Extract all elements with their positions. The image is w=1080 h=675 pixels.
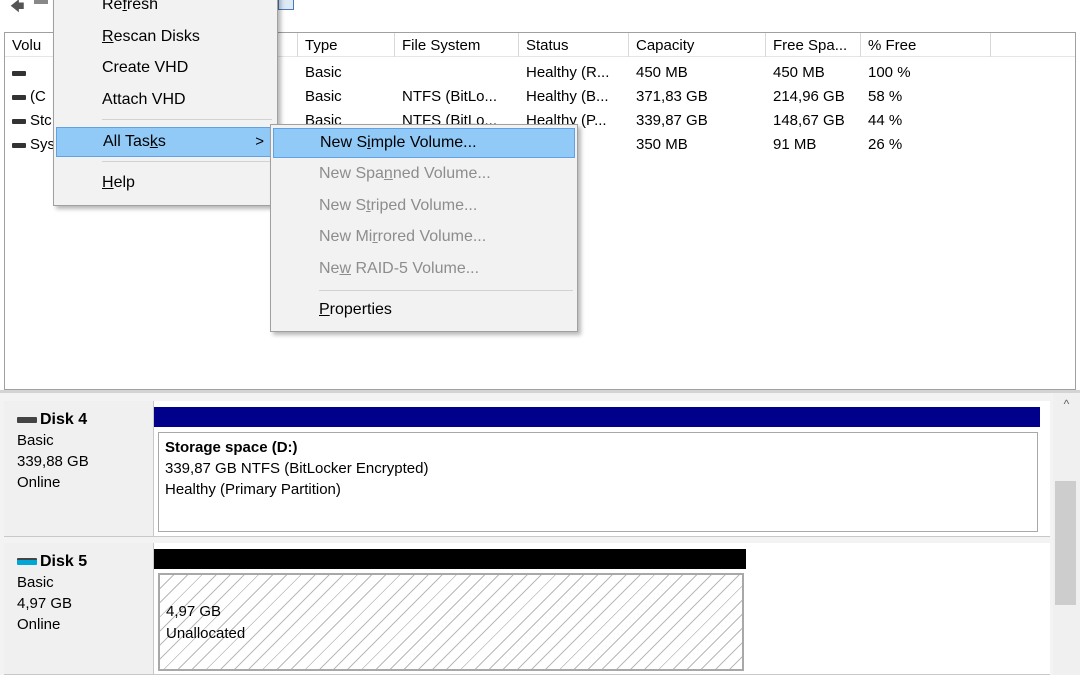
disk-pane: Disk 4 Basic 339,88 GB Online Storage sp… (0, 393, 1080, 675)
column-header-capacity[interactable]: Capacity (629, 33, 766, 57)
menu-item-attach-vhd[interactable]: Attach VHD (56, 86, 275, 116)
volume-icon (12, 142, 26, 148)
partition-storage-space[interactable]: Storage space (D:) 339,87 GB NTFS (BitLo… (158, 432, 1038, 532)
column-header-percent-free[interactable]: % Free (861, 33, 991, 57)
disk-size: 339,88 GB (17, 453, 89, 470)
disk-info[interactable]: Disk 5 Basic 4,97 GB Online (4, 543, 154, 674)
menu-item-new-striped-volume[interactable]: New Striped Volume... (273, 192, 575, 222)
file-system-cell: NTFS (BitLo... (402, 88, 498, 105)
scrollbar-thumb[interactable] (1055, 481, 1076, 605)
volume-cell: (C (5, 85, 55, 109)
menu-item-new-simple-volume[interactable]: New Simple Volume... (273, 128, 575, 158)
disk-type: Basic (17, 432, 54, 449)
menu-item-new-spanned-volume[interactable]: New Spanned Volume... (273, 160, 575, 190)
percent-free-cell: 26 % (868, 136, 903, 153)
menu-item-rescan-disks[interactable]: Rescan Disks (56, 23, 275, 53)
menu-separator (102, 161, 272, 162)
file-system-cell (395, 61, 519, 85)
free-space-cell: 148,67 GB (773, 112, 845, 129)
partition-status: Healthy (Primary Partition) (165, 481, 341, 498)
scroll-up-arrow-icon[interactable]: ^ (1053, 397, 1080, 415)
capacity-cell: 371,83 GB (636, 88, 708, 105)
free-space-cell: 450 MB (773, 64, 825, 81)
disk-row: Disk 4 Basic 339,88 GB Online Storage sp… (4, 401, 1050, 537)
context-menu: Refresh Rescan Disks Create VHD Attach V… (53, 0, 278, 206)
all-tasks-submenu: New Simple Volume... New Spanned Volume.… (270, 124, 578, 332)
capacity-cell: 450 MB (636, 64, 688, 81)
free-space-cell: 214,96 GB (773, 88, 845, 105)
volume-cell (5, 61, 55, 85)
partition-title: Storage space (D:) (165, 439, 298, 456)
volume-cell: Sys (5, 133, 55, 157)
column-header-file-system[interactable]: File System (395, 33, 519, 57)
disk-type: Basic (17, 574, 54, 591)
free-space-cell: 91 MB (773, 136, 817, 153)
disk-info[interactable]: Disk 4 Basic 339,88 GB Online (4, 401, 154, 536)
menu-item-new-raid5-volume[interactable]: New RAID-5 Volume... (273, 255, 575, 285)
disk-name: Disk 5 (40, 553, 88, 570)
column-header-free-space[interactable]: Free Spa... (766, 33, 861, 57)
back-arrow-icon[interactable]: 🡄 (10, 0, 24, 20)
toolbar-icon[interactable] (34, 0, 48, 4)
type-cell: Basic (305, 88, 342, 105)
partition-size: 4,97 GB (166, 603, 222, 620)
partition-bar (154, 407, 1040, 427)
column-header-status[interactable]: Status (519, 33, 629, 57)
percent-free-cell: 58 % (868, 88, 903, 105)
type-cell: Basic (305, 64, 342, 81)
menu-item-properties[interactable]: Properties (273, 296, 575, 326)
disk-state: Online (17, 616, 61, 633)
column-header-type[interactable]: Type (298, 33, 395, 57)
disk-row: Disk 5 Basic 4,97 GB Online 4,97 GB Unal… (4, 543, 1050, 675)
submenu-arrow-icon: > (255, 133, 264, 150)
menu-item-create-vhd[interactable]: Create VHD (56, 54, 275, 84)
disk-state: Online (17, 474, 61, 491)
capacity-cell: 350 MB (636, 136, 688, 153)
volume-icon (12, 94, 26, 100)
volume-cell: Stc (5, 109, 55, 133)
menu-item-help[interactable]: Help (56, 169, 275, 199)
disk-size: 4,97 GB (17, 595, 73, 612)
partition-label: Unallocated (166, 625, 246, 642)
menu-separator (102, 119, 272, 120)
vertical-scrollbar[interactable]: ^ (1053, 393, 1080, 675)
list-view-icon[interactable] (278, 0, 294, 10)
partition-bar (154, 549, 746, 569)
partition-unallocated[interactable]: 4,97 GB Unallocated (158, 573, 744, 671)
percent-free-cell: 100 % (868, 64, 911, 81)
volume-icon (12, 70, 26, 76)
disk-icon (17, 416, 37, 423)
menu-item-new-mirrored-volume[interactable]: New Mirrored Volume... (273, 223, 575, 253)
volume-icon (12, 118, 26, 124)
menu-item-all-tasks[interactable]: All Tasks > (56, 127, 275, 157)
status-cell: Healthy (B... (526, 88, 609, 105)
disk-name: Disk 4 (40, 411, 88, 428)
menu-separator (319, 290, 573, 291)
partition-detail: 339,87 GB NTFS (BitLocker Encrypted) (165, 460, 429, 477)
capacity-cell: 339,87 GB (636, 112, 708, 129)
percent-free-cell: 44 % (868, 112, 903, 129)
disk-icon (17, 558, 37, 565)
status-cell: Healthy (R... (526, 64, 610, 81)
menu-item-refresh[interactable]: Refresh (56, 0, 275, 21)
